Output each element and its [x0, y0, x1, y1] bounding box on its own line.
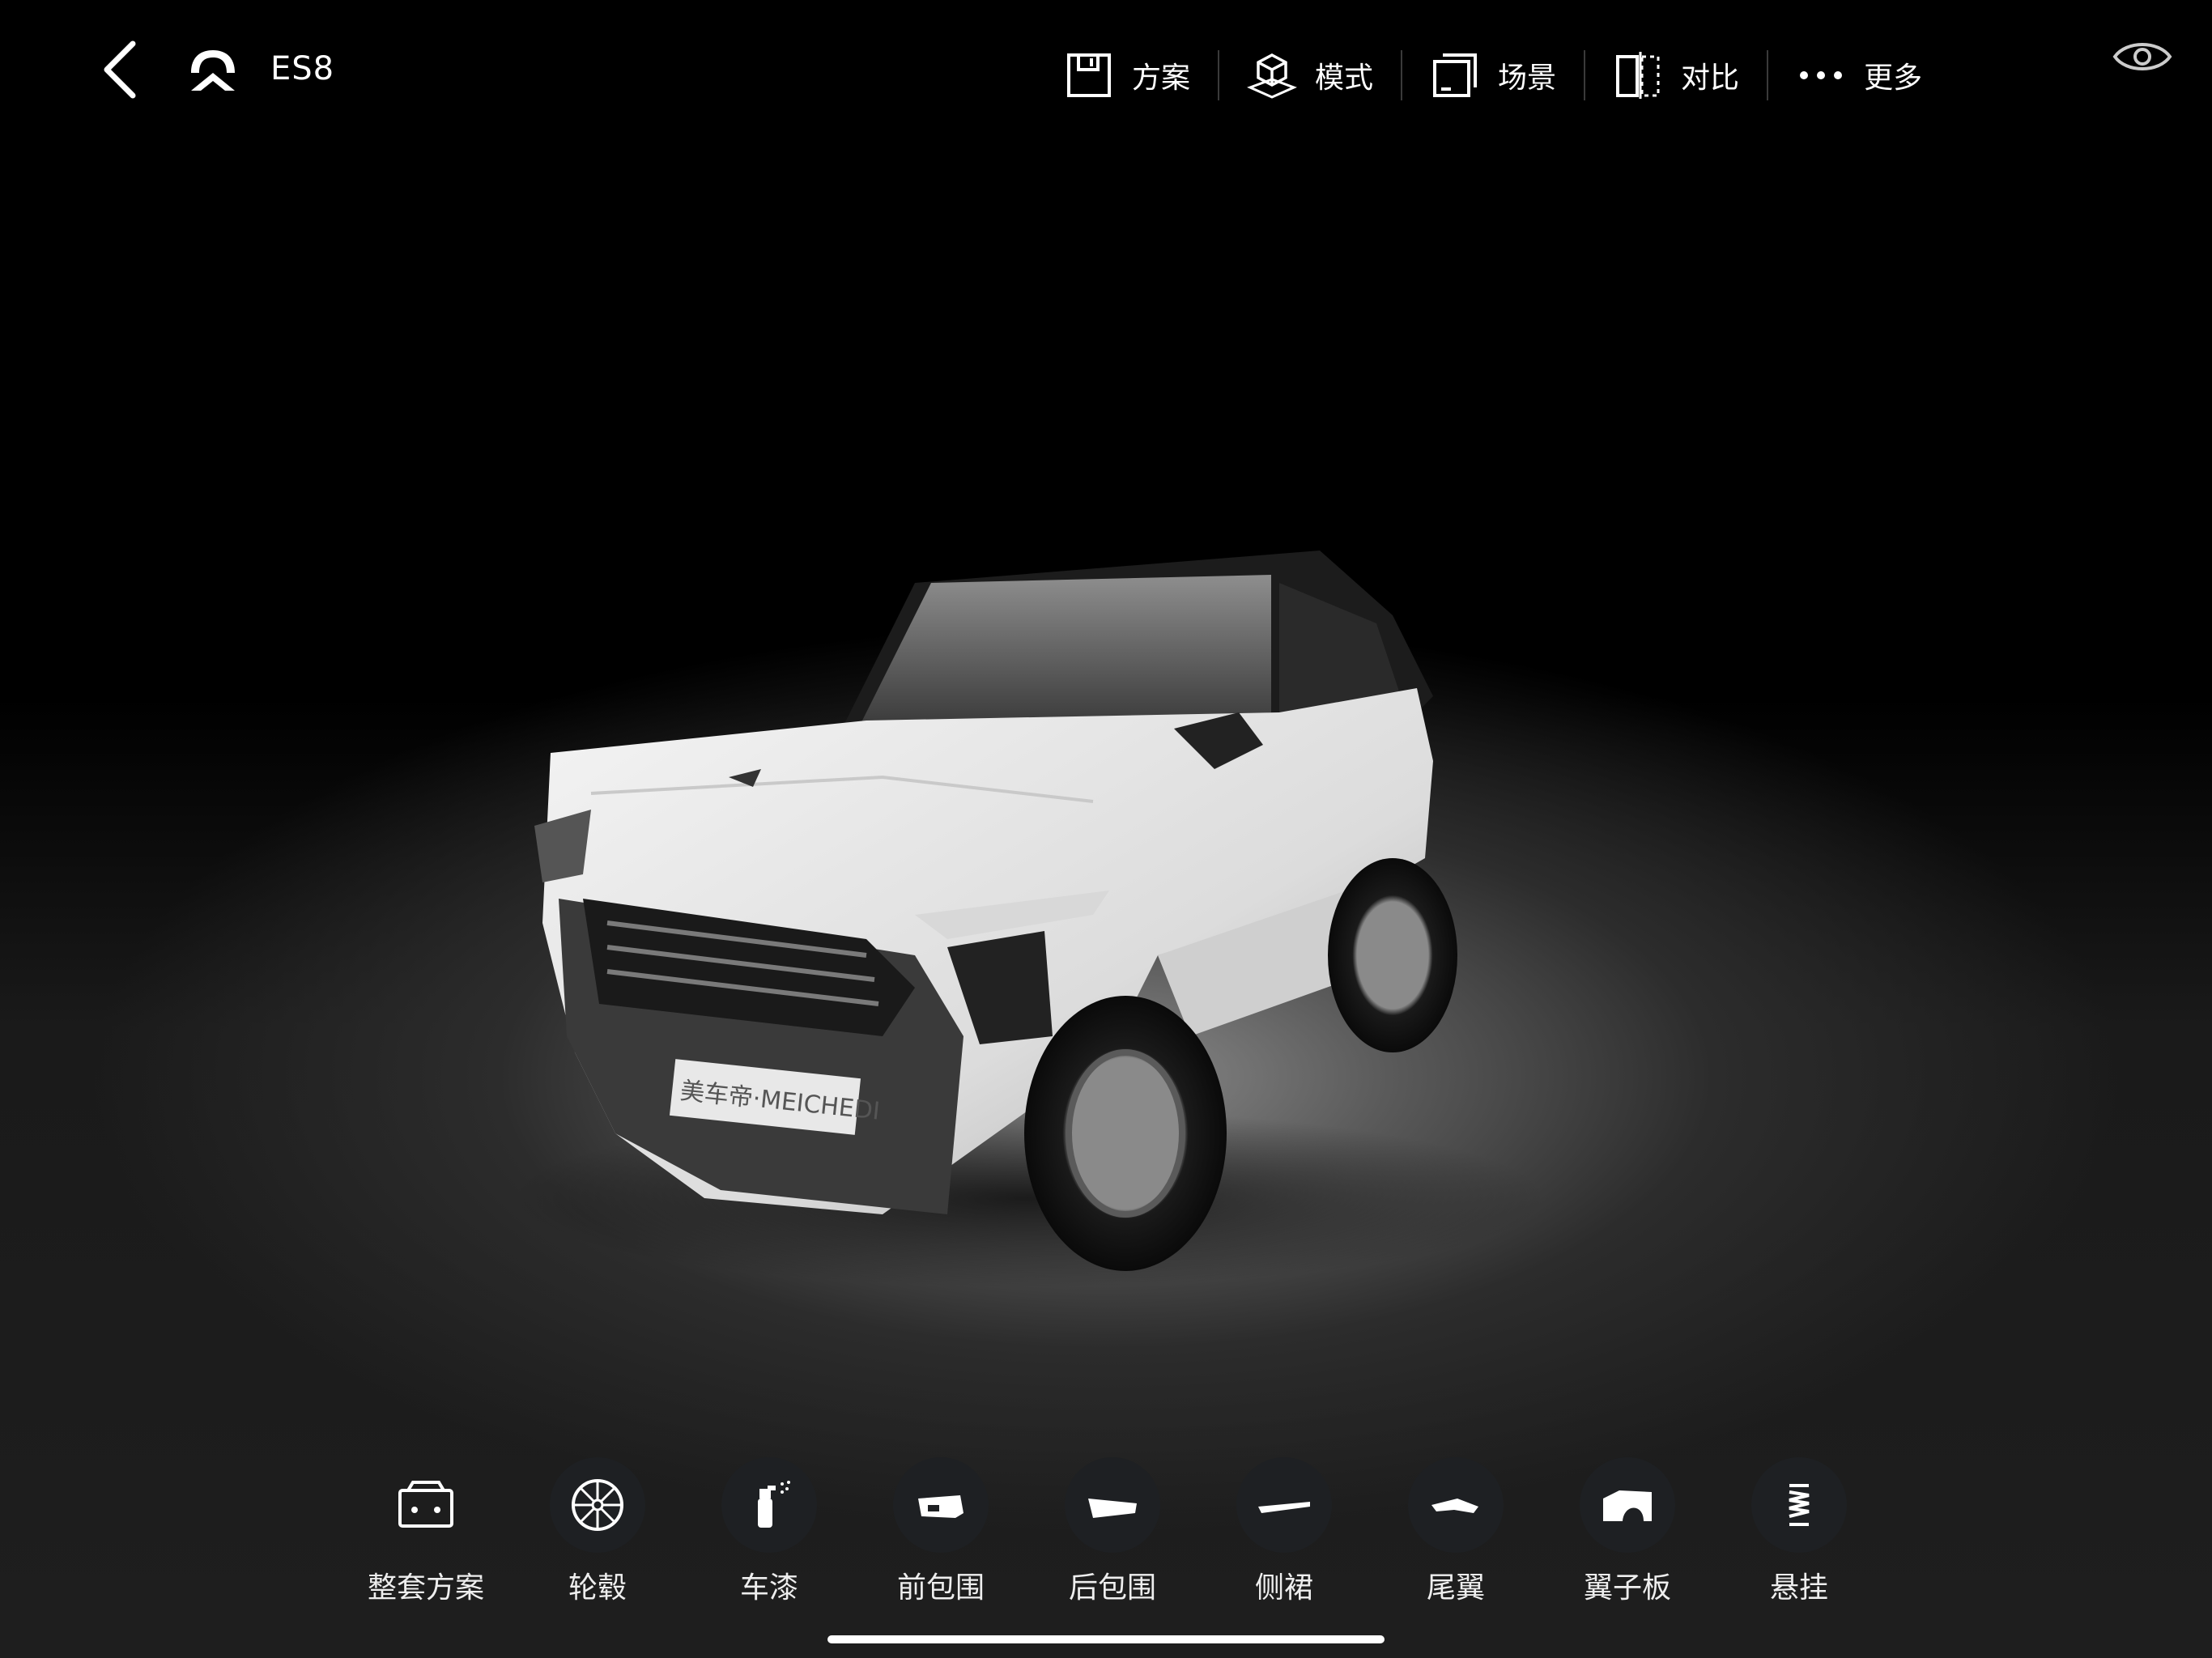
suspension-icon [1789, 1484, 1810, 1526]
nav-label-front-bumper: 前包围 [896, 1571, 985, 1605]
nav-label-paint: 车漆 [739, 1571, 798, 1605]
nav-label-side-skirt: 侧裙 [1254, 1571, 1313, 1605]
cube-icon [1247, 53, 1297, 99]
compare-button[interactable]: 对比 [1585, 45, 1767, 106]
scene-icon [1433, 53, 1478, 97]
wheel-icon [572, 1479, 623, 1531]
nav-item-suspension[interactable]: 悬挂 [1718, 1457, 1880, 1619]
more-label: 更多 [1864, 62, 1923, 95]
compare-label: 对比 [1681, 62, 1740, 95]
nav-item-paint[interactable]: 车漆 [688, 1457, 850, 1619]
nav-item-rear-bumper[interactable]: 后包围 [1032, 1457, 1193, 1619]
nav-label-spoiler: 尾翼 [1426, 1571, 1485, 1605]
front-bumper-icon [918, 1495, 963, 1518]
scheme-label: 方案 [1132, 62, 1191, 95]
nio-logo-icon [191, 50, 235, 91]
car-3d-model[interactable]: 美车帝·MEICHEDI [462, 534, 1611, 1287]
nav-label-fender: 翼子板 [1583, 1571, 1671, 1605]
nav-item-fender[interactable]: 翼子板 [1546, 1457, 1708, 1619]
nav-item-side-skirt[interactable]: 侧裙 [1203, 1457, 1365, 1619]
nav-item-package[interactable]: 整套方案 [345, 1457, 507, 1619]
nav-label-rear-bumper: 后包围 [1068, 1571, 1156, 1605]
more-button[interactable]: 更多 [1768, 45, 1950, 106]
eye-icon[interactable] [2112, 32, 2173, 81]
fender-icon [1603, 1490, 1652, 1521]
spray-icon [758, 1481, 790, 1528]
scene-button[interactable]: 场景 [1402, 45, 1584, 106]
model-title: ES8 [270, 50, 335, 87]
side-skirt-icon [1258, 1502, 1310, 1513]
scene-label: 场景 [1498, 62, 1557, 95]
save-icon [1067, 53, 1111, 97]
nav-item-wheel[interactable]: 轮毂 [517, 1457, 678, 1619]
mode-label: 模式 [1315, 62, 1374, 95]
compare-icon [1616, 52, 1660, 99]
nav-item-spoiler[interactable]: 尾翼 [1375, 1457, 1537, 1619]
parts-bottom-nav: 整套方案 轮毂 车漆 前包围 后包围 侧裙 尾翼 翼子板 悬挂 [340, 1457, 1878, 1619]
more-icon [1800, 71, 1843, 79]
nav-label-suspension: 悬挂 [1769, 1571, 1828, 1605]
top-toolbar: 方案 模式 场景 对比 更多 [1036, 45, 1950, 106]
nav-label-wheel: 轮毂 [568, 1571, 627, 1605]
home-indicator[interactable] [827, 1635, 1385, 1643]
mode-button[interactable]: 模式 [1219, 45, 1401, 106]
rear-bumper-icon [1088, 1499, 1137, 1518]
nav-item-front-bumper[interactable]: 前包围 [860, 1457, 1022, 1619]
back-chevron-icon[interactable] [96, 39, 144, 100]
package-icon [398, 1481, 453, 1528]
scheme-button[interactable]: 方案 [1036, 45, 1218, 106]
nav-label-package: 整套方案 [367, 1571, 484, 1605]
spoiler-icon [1431, 1499, 1478, 1513]
